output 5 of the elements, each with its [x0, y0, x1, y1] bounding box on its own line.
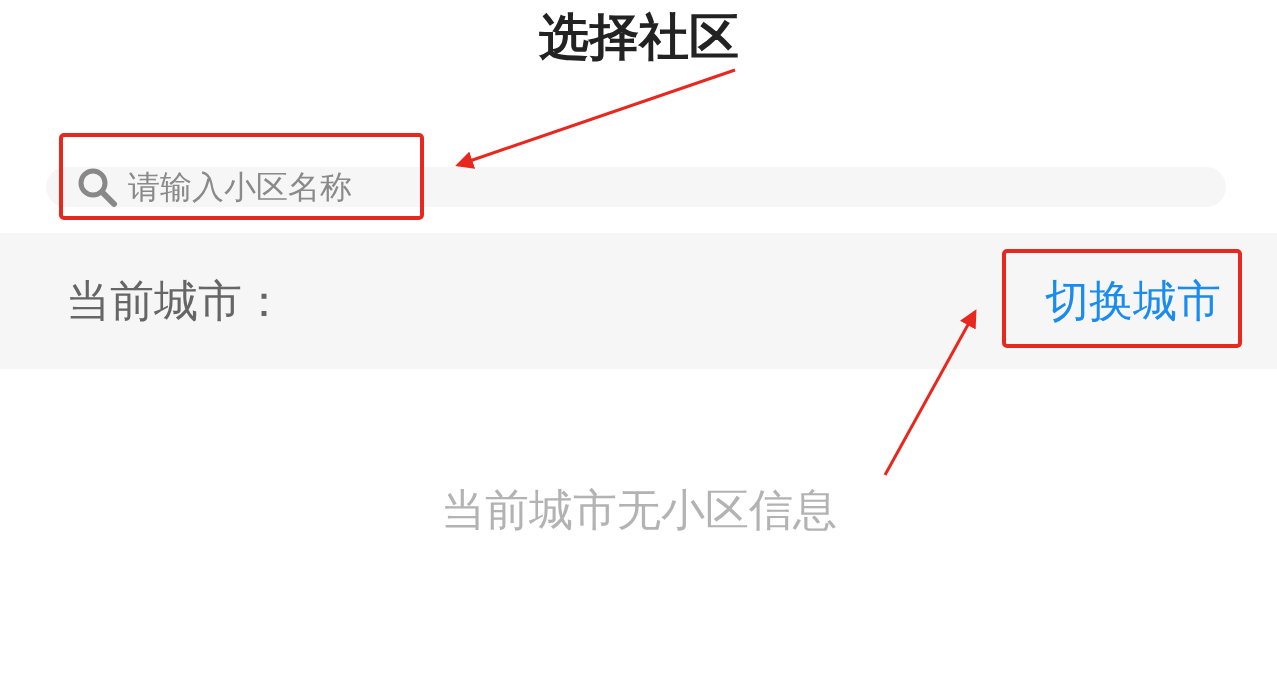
current-city-label: 当前城市：: [66, 273, 286, 328]
switch-city-link[interactable]: 切换城市: [1045, 271, 1221, 331]
page-title: 选择社区: [537, 7, 740, 68]
empty-message: 当前城市无小区信息: [439, 483, 838, 537]
search-field[interactable]: 请输入小区名称: [46, 167, 1226, 207]
